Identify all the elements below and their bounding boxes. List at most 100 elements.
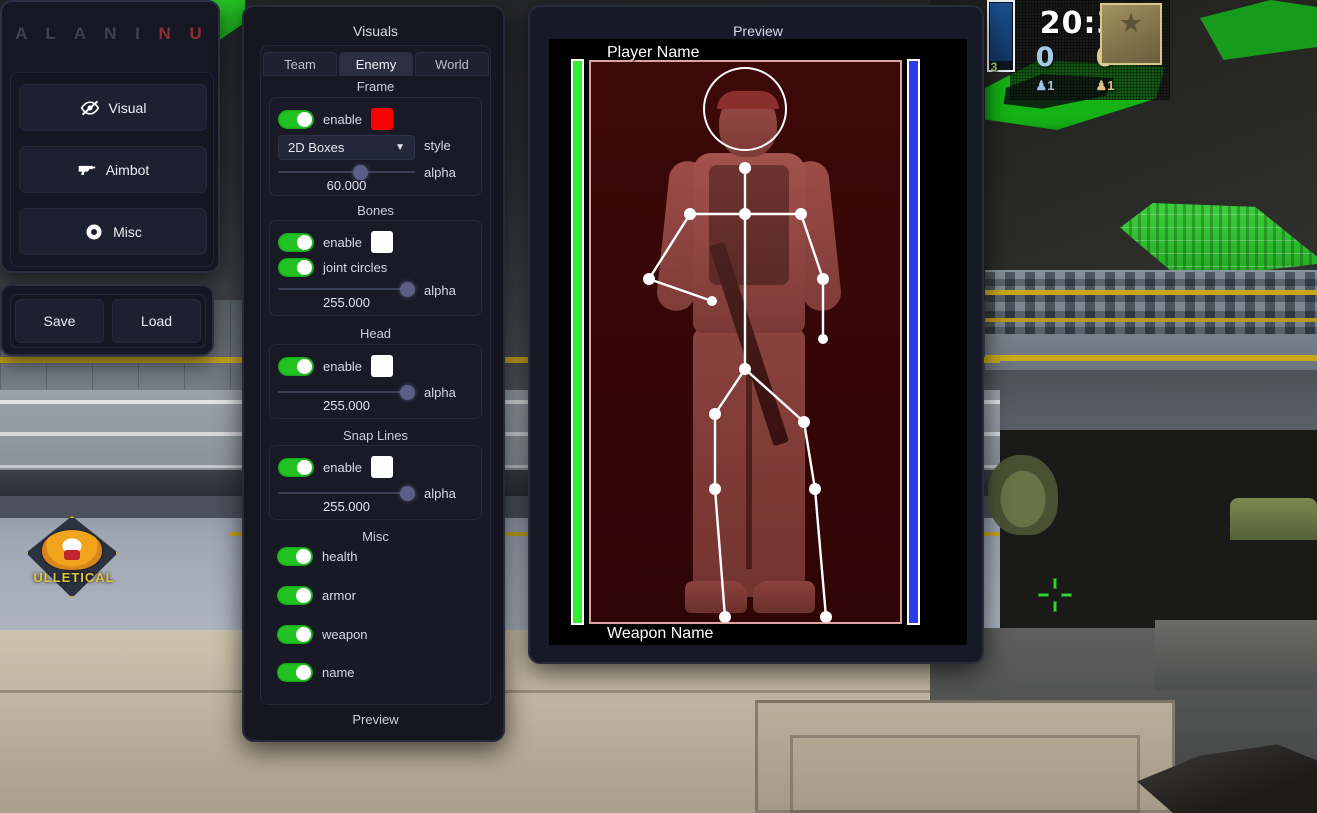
far-building-glass <box>985 272 1317 334</box>
misc-name-toggle[interactable] <box>277 663 313 682</box>
bones-alpha-track <box>278 288 415 290</box>
armor-bar <box>907 59 920 625</box>
bones-joint-circles-toggle[interactable] <box>278 258 314 277</box>
head-enable-row: enable <box>278 355 394 377</box>
frame-style-label: style <box>424 138 451 153</box>
bones-group-label: Bones <box>357 203 394 218</box>
snap-lines-alpha-label: alpha <box>424 486 456 501</box>
menu-item-misc-label: Misc <box>113 223 142 240</box>
tab-enemy[interactable]: Enemy <box>339 52 413 76</box>
visuals-panel-title: Visuals <box>353 23 398 39</box>
visuals-preview-footer-button[interactable]: Preview <box>244 712 507 727</box>
bones-enable-toggle[interactable] <box>278 232 314 252</box>
pistol-icon <box>77 160 97 180</box>
frame-enable-label: enable <box>323 111 363 127</box>
frame-alpha-label: alpha <box>424 165 456 180</box>
crosshair-right <box>1061 593 1072 597</box>
head-alpha-track <box>278 391 415 393</box>
frame-style-value: 2D Boxes <box>288 140 345 155</box>
misc-health-row: health <box>277 547 357 566</box>
misc-armor-toggle[interactable] <box>277 586 313 605</box>
player-name-label: Player Name <box>607 44 700 61</box>
bones-color-swatch[interactable] <box>371 231 394 253</box>
bones-enable-label: enable <box>323 234 363 250</box>
misc-health-label: health <box>322 549 358 564</box>
bones-alpha-value: 255.000 <box>323 295 370 310</box>
score-ct: 0 <box>1035 42 1055 73</box>
head-enable-label: enable <box>323 358 363 374</box>
head-enable-toggle[interactable] <box>278 356 314 376</box>
floor-tile-inner <box>790 735 1140 813</box>
load-button[interactable]: Load <box>112 299 201 343</box>
hud-ammo-count: 3 <box>990 60 998 74</box>
misc-group-label: Misc <box>362 529 389 544</box>
preview-panel-title: Preview <box>733 23 783 39</box>
frame-style-dropdown[interactable]: 2D Boxes ▼ <box>278 135 415 160</box>
snap-lines-alpha-value: 255.000 <box>323 499 370 514</box>
tab-team[interactable]: Team <box>263 52 337 76</box>
frame-group-label: Frame <box>356 79 395 94</box>
frame-enable-toggle[interactable] <box>278 109 314 129</box>
dark-plinth <box>1155 620 1317 690</box>
bones-enable-row: enable <box>278 231 394 253</box>
visuals-tabs: Team Enemy World <box>263 52 489 76</box>
bones-joint-circles-label: joint circles <box>323 260 388 275</box>
frame-enable-row: enable <box>278 108 394 130</box>
head-group-label: Head <box>359 326 392 341</box>
misc-weapon-row: weapon <box>277 625 368 644</box>
health-bar <box>571 59 584 625</box>
circle-dot-icon <box>84 222 104 242</box>
snap-lines-color-swatch[interactable] <box>371 456 394 478</box>
rank-star-icon: ★ <box>1118 8 1144 38</box>
menu-item-visual-label: Visual <box>108 99 147 116</box>
misc-health-toggle[interactable] <box>277 547 313 566</box>
bones-alpha-label: alpha <box>424 283 456 298</box>
head-alpha-label: alpha <box>424 385 456 400</box>
bones-joint-row: joint circles <box>278 258 387 277</box>
menu-item-misc[interactable]: Misc <box>19 208 207 255</box>
eye-slash-icon <box>80 98 100 118</box>
misc-armor-label: armor <box>322 588 356 603</box>
crosshair-left <box>1038 593 1049 597</box>
snap-lines-group-label: Snap Lines <box>342 428 409 443</box>
menu-button-container: Visual Aimbot Misc <box>10 72 214 267</box>
menu-item-aimbot-label: Aimbot <box>105 161 150 178</box>
frame-alpha-track <box>278 171 415 173</box>
save-load-panel: Save Load <box>0 284 214 356</box>
misc-weapon-label: weapon <box>322 627 368 642</box>
snap-lines-enable-label: enable <box>323 459 363 475</box>
chevron-down-icon: ▼ <box>395 142 405 153</box>
crosshair <box>1038 578 1072 612</box>
frame-color-swatch[interactable] <box>371 108 394 130</box>
logo-text: ULLETICAL <box>33 570 115 585</box>
far-yellow-rail-2 <box>985 318 1317 322</box>
preview-panel: Preview Player Name Weapon Name <box>528 5 984 664</box>
menu-item-visual[interactable]: Visual <box>19 84 207 131</box>
brand-part-2: N U <box>158 24 209 43</box>
hedge <box>1230 498 1317 540</box>
brand-logo: A L A N I N U <box>2 24 222 44</box>
tab-world[interactable]: World <box>415 52 489 76</box>
head-color-swatch[interactable] <box>371 355 394 377</box>
tiger-mascot-icon <box>42 530 102 570</box>
far-yellow-rail <box>985 290 1317 295</box>
weapon-name-label: Weapon Name <box>607 625 714 642</box>
menu-item-aimbot[interactable]: Aimbot <box>19 146 207 193</box>
head-alpha-value: 255.000 <box>323 398 370 413</box>
frame-alpha-value: 60.000 <box>326 178 367 193</box>
esp-bounding-box <box>589 60 902 624</box>
save-load-container: Save Load <box>10 294 206 348</box>
misc-weapon-toggle[interactable] <box>277 625 313 644</box>
alive-count-t: ♟1 <box>1095 78 1115 93</box>
armor-bar-fill <box>909 61 918 623</box>
snap-lines-enable-row: enable <box>278 456 394 478</box>
misc-armor-row: armor <box>277 586 356 605</box>
hud-ammo-inner <box>990 3 1012 61</box>
save-button[interactable]: Save <box>15 299 104 343</box>
tree <box>988 455 1058 535</box>
ulletical-wall-logo: ULLETICAL <box>8 512 140 602</box>
brand-part-1: A L A N I <box>15 24 147 43</box>
misc-name-label: name <box>322 665 355 680</box>
snap-lines-enable-toggle[interactable] <box>278 457 314 477</box>
visuals-panel: Visuals Team Enemy World Frame enable 2D… <box>242 5 505 742</box>
